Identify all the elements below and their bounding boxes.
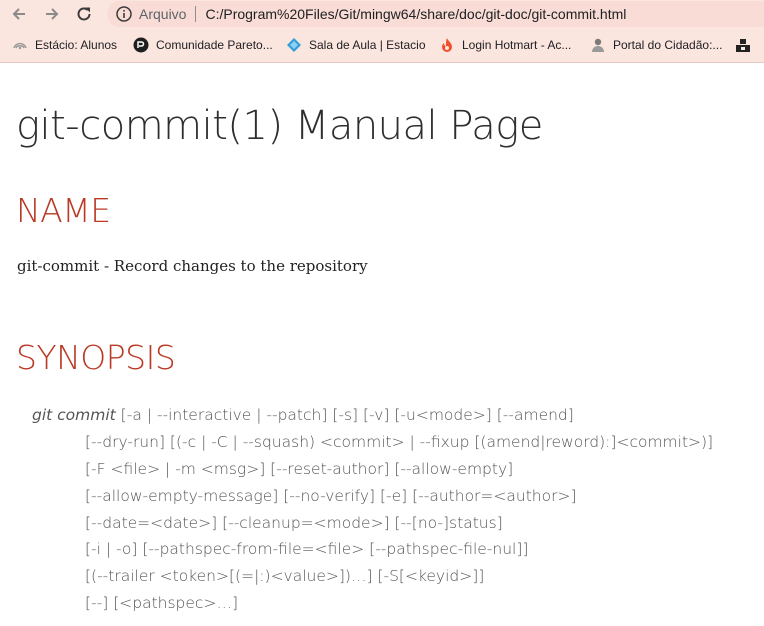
info-icon[interactable] bbox=[115, 5, 133, 23]
bookmark-estacio-alunos[interactable]: Estácio: Alunos bbox=[12, 36, 117, 54]
reload-icon bbox=[77, 7, 91, 21]
back-button[interactable] bbox=[8, 3, 30, 25]
synopsis-options: [-a | --interactive | --patch] [-s] [-v]… bbox=[115, 406, 574, 424]
bookmark-label: Login Hotmart - Ac... bbox=[462, 38, 572, 52]
bookmark-comunidade-pareto[interactable]: Comunidade Pareto... bbox=[133, 36, 273, 54]
grid-icon bbox=[735, 37, 751, 53]
synopsis-block: git commit [-a | --interactive | --patch… bbox=[32, 402, 713, 617]
estacio-icon bbox=[12, 37, 28, 53]
synopsis-command: git commit bbox=[32, 406, 116, 424]
diamond-icon bbox=[286, 37, 302, 53]
forward-button[interactable] bbox=[41, 3, 63, 25]
url-text[interactable]: C:/Program%20Files/Git/mingw64/share/doc… bbox=[205, 6, 626, 22]
bookmark-login-hotmart[interactable]: Login Hotmart - Ac... bbox=[439, 36, 571, 54]
manual-page: git-commit(1) Manual Page NAME git-commi… bbox=[0, 63, 764, 626]
bookmarks-bar: Estácio: Alunos Comunidade Pareto... Sal… bbox=[0, 28, 764, 63]
page-title: git-commit(1) Manual Page bbox=[16, 103, 543, 149]
synopsis-line: [--date=<date>] [--cleanup=<mode>] [--[n… bbox=[85, 513, 503, 532]
name-description: git-commit - Record changes to the repos… bbox=[17, 257, 368, 275]
bookmark-label: Comunidade Pareto... bbox=[156, 38, 273, 52]
synopsis-line: [--dry-run] [(-c | -C | --squash) <commi… bbox=[85, 432, 714, 451]
synopsis-line: [--] [<pathspec>…] bbox=[85, 594, 238, 613]
address-bar[interactable]: Arquivo C:/Program%20Files/Git/mingw64/s… bbox=[107, 1, 764, 27]
section-heading-name: NAME bbox=[16, 191, 111, 230]
bookmark-label: Portal do Cidadão:... bbox=[613, 38, 723, 52]
bookmark-label: Sala de Aula | Estacio bbox=[309, 38, 426, 52]
synopsis-line: git commit [-a | --interactive | --patch… bbox=[32, 402, 713, 429]
flame-icon bbox=[439, 37, 455, 53]
security-label: Arquivo bbox=[139, 6, 187, 22]
bookmark-overflow[interactable] bbox=[735, 36, 758, 54]
reload-button[interactable] bbox=[73, 3, 95, 25]
bookmark-sala-de-aula[interactable]: Sala de Aula | Estacio bbox=[286, 36, 426, 54]
browser-toolbar: Arquivo C:/Program%20Files/Git/mingw64/s… bbox=[0, 0, 764, 28]
bookmark-portal-cidadao[interactable]: Portal do Cidadão:... bbox=[590, 36, 722, 54]
portal-icon bbox=[590, 37, 606, 53]
synopsis-line: [(--trailer <token>[(=|:)<value>])…] [-S… bbox=[85, 567, 485, 586]
synopsis-line: [--allow-empty-message] [--no-verify] [-… bbox=[85, 486, 577, 505]
synopsis-line: [-i | -o] [--pathspec-from-file=<file> [… bbox=[85, 540, 529, 559]
back-arrow-icon bbox=[12, 8, 25, 20]
omnibox-divider bbox=[195, 6, 197, 22]
pareto-icon bbox=[133, 37, 149, 53]
synopsis-line: [-F <file> | -m <msg>] [--reset-author] … bbox=[85, 459, 514, 478]
section-heading-synopsis: SYNOPSIS bbox=[16, 338, 176, 377]
bookmark-label: Estácio: Alunos bbox=[35, 38, 118, 52]
forward-arrow-icon bbox=[46, 8, 59, 20]
